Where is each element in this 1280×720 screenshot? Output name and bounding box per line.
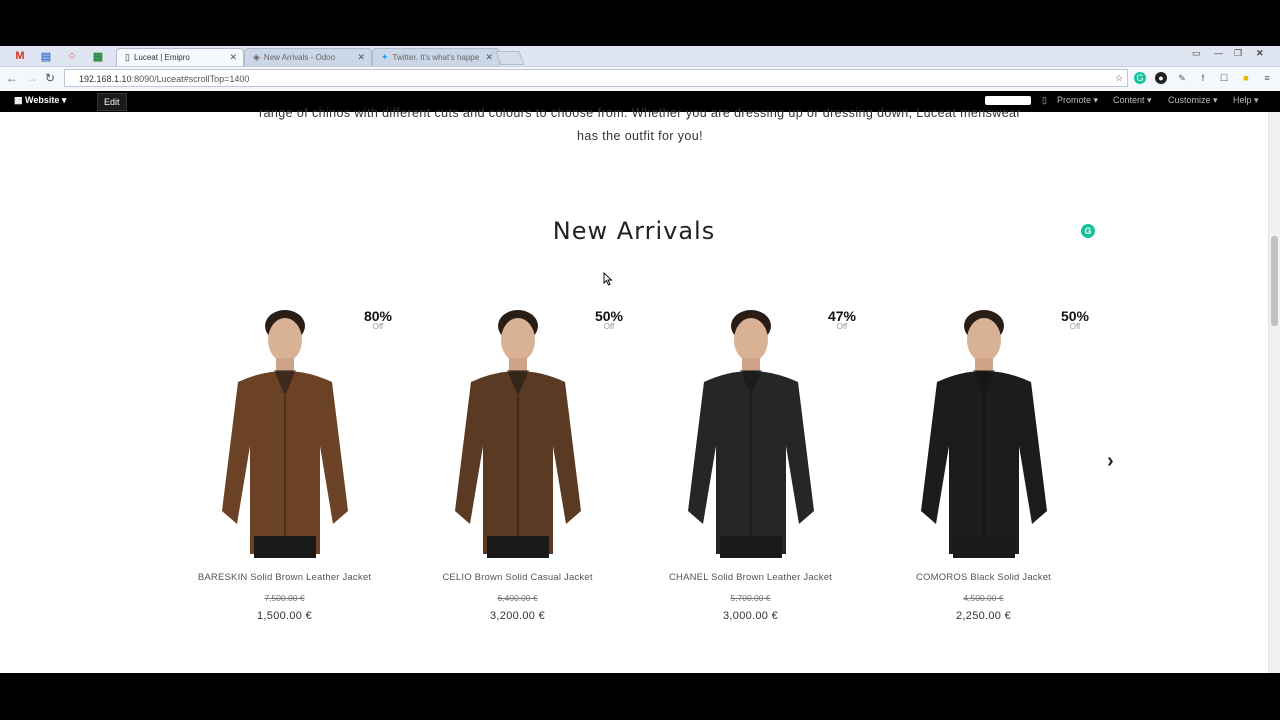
forward-icon[interactable]: → [26, 71, 38, 85]
product-price: 1,500.00 € [257, 610, 312, 622]
odoo-icon: ◈ [253, 52, 260, 62]
gmail-icon[interactable]: M [12, 49, 28, 63]
product-old-price: 5,700.00 € [730, 593, 771, 603]
minimize-icon[interactable]: — [1214, 48, 1223, 58]
window-icon[interactable]: ☐ [1218, 72, 1230, 84]
reload-icon[interactable]: ↻ [45, 71, 55, 85]
product-old-price: 6,400.00 € [497, 593, 538, 603]
page-icon: ▯ [125, 52, 130, 62]
eyedropper-icon[interactable]: ✎ [1176, 72, 1188, 84]
maximize-icon[interactable]: ❐ [1234, 48, 1242, 59]
product-image[interactable] [634, 296, 867, 558]
intro-line-1: range of chinos with different cuts and … [259, 106, 1021, 120]
close-tab-icon[interactable]: ✕ [485, 52, 493, 63]
tab-twitter[interactable]: ✦ Twitter. It's what's happe ✕ [372, 48, 500, 66]
section-title: New Arrivals [552, 217, 716, 245]
discount-badge: 47% Off [822, 308, 862, 331]
trousers [487, 536, 549, 558]
product-old-price: 7,500.00 € [264, 593, 305, 603]
grammarly-ext-icon[interactable]: G [1134, 72, 1146, 84]
sheets-icon[interactable]: ▦ [90, 49, 106, 63]
function-icon[interactable]: f [1197, 72, 1209, 84]
user-icon[interactable]: ▭ [1192, 48, 1201, 59]
url-host: 192.168.1.10 [79, 74, 132, 84]
extension-icon[interactable]: ● [1155, 72, 1167, 84]
trousers [720, 536, 782, 558]
intro-paragraph: range of chinos with different cuts and … [0, 102, 1280, 148]
new-tab-button[interactable] [495, 51, 525, 65]
tab-new-arrivals[interactable]: ◈ New Arrivals - Odoo ✕ [244, 48, 372, 66]
product-image[interactable] [168, 296, 401, 558]
tab-label: Twitter. It's what's happe [392, 53, 480, 62]
page-scrollbar[interactable] [1268, 112, 1280, 673]
trousers [953, 536, 1015, 558]
product-name[interactable]: CHANEL Solid Brown Leather Jacket [634, 572, 867, 583]
product-price: 3,000.00 € [723, 610, 778, 622]
product-name[interactable]: BARESKIN Solid Brown Leather Jacket [168, 572, 401, 583]
neck [742, 358, 760, 372]
product-name[interactable]: COMOROS Black Solid Jacket [867, 572, 1100, 583]
product-name[interactable]: CELIO Brown Solid Casual Jacket [401, 572, 634, 583]
product-old-price: 4,500.00 € [963, 593, 1004, 603]
face [967, 318, 1001, 362]
tab-label: Luceat | Emipro [133, 53, 190, 62]
browser-window: M ▤ ○ ▦ ▯ Luceat | Emipro ✕ ◈ New Arriva… [0, 46, 1280, 673]
discount-badge: 50% Off [589, 308, 629, 331]
bookmark-star-icon[interactable]: ☆ [1113, 72, 1125, 84]
face [734, 318, 768, 362]
mouse-cursor-icon [603, 272, 613, 286]
intro-line-2: has the outfit for you! [577, 129, 703, 143]
grammarly-icon[interactable]: G [1081, 224, 1095, 238]
close-tab-icon[interactable]: ✕ [357, 52, 365, 63]
product-image[interactable] [401, 296, 634, 558]
address-bar-row: ← → ↻ 192.168.1.10:8090/Luceat#scrollTop… [0, 67, 1280, 92]
trousers [254, 536, 316, 558]
back-icon[interactable]: ← [6, 71, 18, 85]
folder-icon[interactable]: ■ [1240, 72, 1252, 84]
tab-label: New Arrivals - Odoo [263, 53, 336, 62]
close-tab-icon[interactable]: ✕ [229, 52, 237, 63]
tab-bar: M ▤ ○ ▦ ▯ Luceat | Emipro ✕ ◈ New Arriva… [0, 46, 1280, 67]
product-image[interactable] [867, 296, 1100, 558]
product-price: 3,200.00 € [490, 610, 545, 622]
close-window-icon[interactable]: ✕ [1256, 48, 1264, 59]
carousel-next-icon[interactable]: › [1107, 450, 1114, 473]
product-price: 2,250.00 € [956, 610, 1011, 622]
neck [975, 358, 993, 372]
face [501, 318, 535, 362]
neck [509, 358, 527, 372]
discount-badge: 50% Off [1055, 308, 1095, 331]
opera-icon[interactable]: ○ [64, 49, 80, 63]
neck [276, 358, 294, 372]
url-path: :8090/Luceat#scrollTop=1400 [131, 74, 250, 84]
tab-luceat[interactable]: ▯ Luceat | Emipro ✕ [116, 48, 244, 66]
face [268, 318, 302, 362]
docs-icon[interactable]: ▤ [38, 49, 54, 63]
menu-icon[interactable]: ≡ [1261, 72, 1273, 84]
scrollbar-thumb[interactable] [1271, 236, 1278, 326]
url-input[interactable]: 192.168.1.10:8090/Luceat#scrollTop=1400 [64, 69, 1128, 87]
twitter-icon: ✦ [381, 52, 389, 62]
discount-badge: 80% Off [358, 308, 398, 331]
